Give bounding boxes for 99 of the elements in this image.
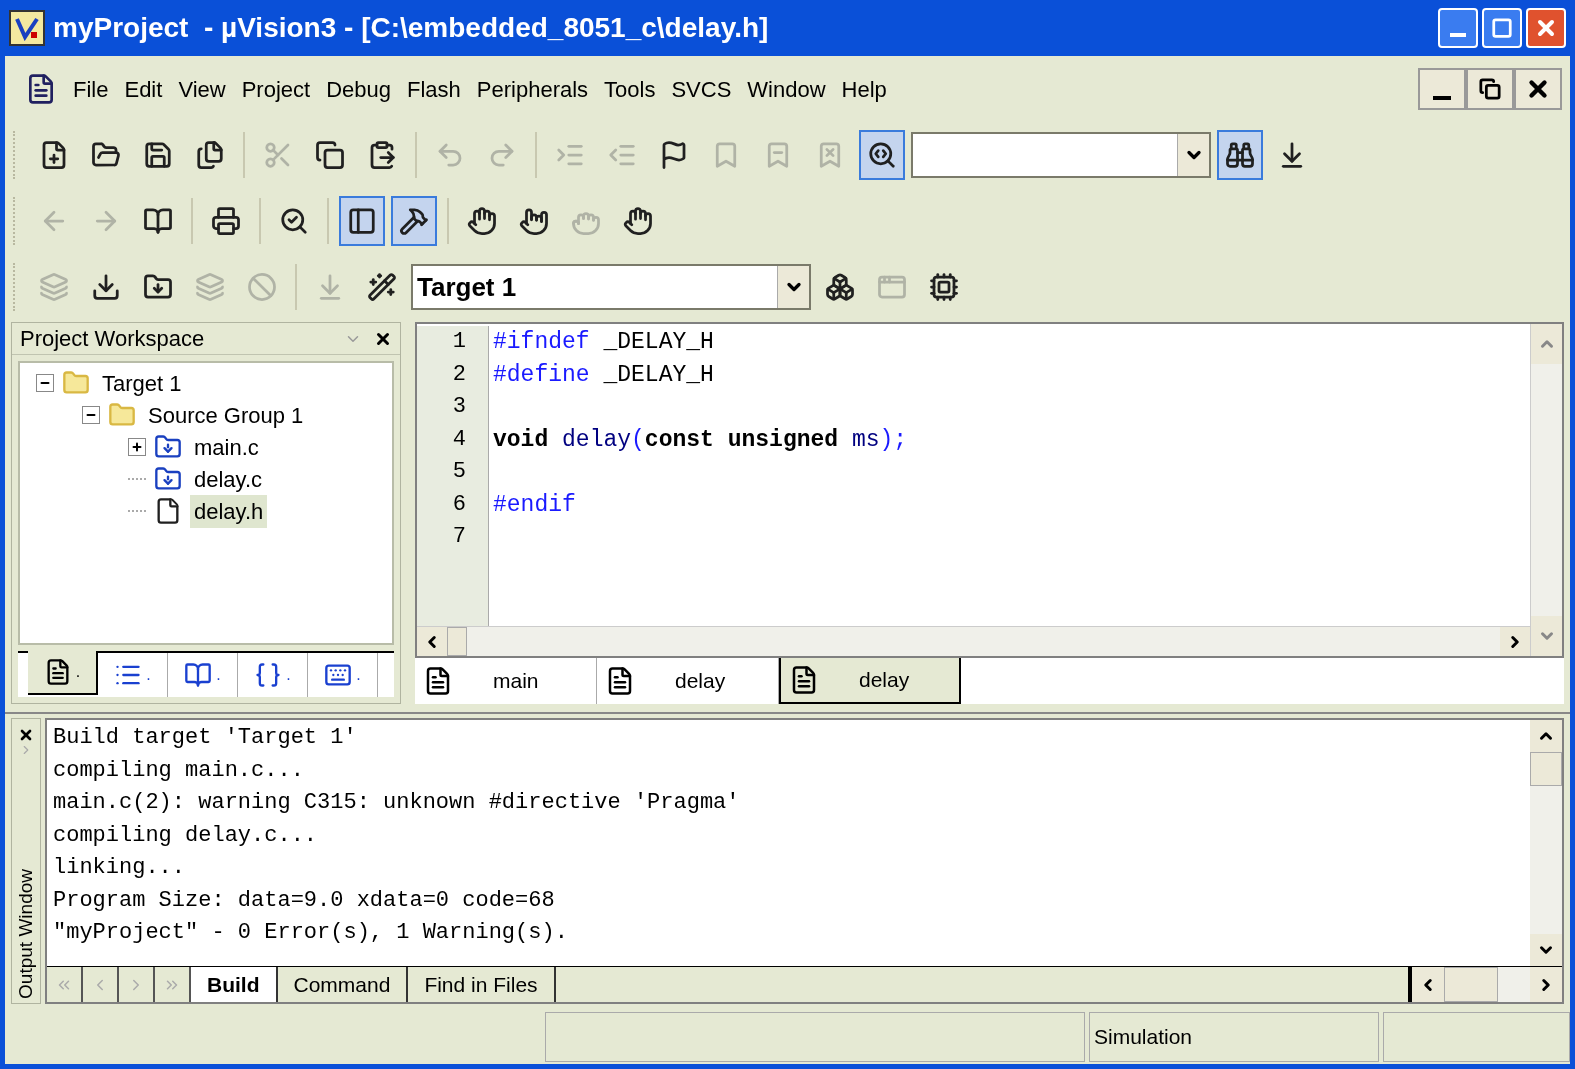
book-icon [143,206,173,236]
expander-toggle[interactable] [36,374,54,392]
minimize-icon [1450,33,1466,37]
close-icon[interactable] [18,727,34,743]
mdi-minimize-button[interactable] [1418,68,1466,110]
dropdown-field[interactable] [911,132,1211,178]
menu-item[interactable]: View [170,72,234,106]
menu-item[interactable]: File [65,72,117,106]
output-line: compiling delay.c... [53,821,319,850]
menu-item[interactable]: Debug [318,72,399,106]
search-icon [1225,140,1255,170]
line-number: 5 [452,458,466,486]
dropdown-arrow-button[interactable] [777,266,809,308]
scroll-thumb[interactable] [1530,752,1562,786]
menu-item[interactable]: Peripherals [468,72,597,106]
panel-tab[interactable]: . [308,653,378,697]
vertical-scrollbar[interactable] [1530,720,1562,966]
line-number: 6 [452,490,466,519]
toolbar-button[interactable] [1217,130,1263,180]
expander-toggle[interactable] [82,406,100,424]
code-line: void delay(const unsigned ms); [493,425,909,455]
output-line: Program Size: data=9.0 xdata=0 code=68 [53,886,556,915]
panel-tab[interactable]: . [238,653,308,697]
menu-item[interactable]: Window [739,72,834,106]
books-icon [184,661,213,689]
panel-title: Output Window [13,869,37,999]
line-number: 2 [452,360,466,389]
app-logo-icon [9,10,45,46]
expander-toggle[interactable] [128,438,146,456]
menu-item[interactable]: Tools [596,72,664,106]
maximize-icon [1491,17,1513,39]
code-line: #endif [493,490,577,520]
output-tab[interactable]: Build [191,967,278,1002]
hand-icon [623,206,653,236]
window-title: myProject - µVision3 - [C:\embedded_8051_c\delay.h] [53,11,770,45]
components-icon [825,272,855,302]
tree-item[interactable]: delay.c [190,462,267,496]
chip-icon [929,272,959,302]
panel-title: Project Workspace [20,325,206,353]
toolbar-button[interactable] [391,196,437,246]
output-line: main.c(2): warning C315: unknown #directive 'Pragma' [53,789,741,817]
code-editor[interactable]: 1 2 3 4 5 6 7 #ifndef _DELAY_H #define _DELAY_H void delay(const unsigned ms); #endif [415,322,1564,658]
panel-tab[interactable]: . [28,651,98,695]
line-number: 7 [452,523,466,551]
menu-item[interactable]: Flash [399,72,469,106]
hand-icon [519,206,549,236]
mdi-close-button[interactable] [1514,68,1562,110]
tree-item[interactable]: delay.h [190,494,268,528]
magnifier-icon [279,206,309,236]
stack-icon [39,272,69,302]
folder-icon [62,369,90,397]
dropdown-field[interactable]: Target 1 [411,264,811,310]
build-icon [91,272,121,302]
output-line: "myProject" - 0 Error(s), 1 Warning(s). [53,919,569,947]
find-in-files-icon [867,140,897,170]
editor-tab[interactable]: main [415,658,597,704]
menu-item[interactable]: SVCS [663,72,740,106]
horizontal-scrollbar[interactable] [1412,967,1562,1002]
toolbar-button[interactable] [339,196,385,246]
tree-item[interactable]: main.c [190,430,263,464]
toolbar-button[interactable] [859,130,905,180]
line-number: 4 [452,425,466,454]
save-icon [143,140,173,170]
menu-item[interactable]: Help [833,72,895,106]
dropdown-arrow-button[interactable] [1177,134,1209,176]
stop-icon [247,272,277,302]
panel-tab[interactable]: . [168,653,238,697]
panel-tab[interactable]: . [98,653,168,697]
folder-icon [108,401,136,429]
editor-tab[interactable]: delay [779,658,961,704]
stack-icon [195,272,225,302]
maximize-button[interactable] [1482,8,1522,48]
code-line: #ifndef _DELAY_H [493,328,715,357]
menu-item[interactable]: Project [233,72,319,106]
horizontal-scrollbar[interactable] [417,626,1530,656]
plus-icon [131,441,143,453]
status-text: Simulation [1094,1024,1193,1051]
tree-item[interactable]: Source Group 1 [144,398,308,432]
minimize-icon [1433,96,1451,100]
scroll-thumb[interactable] [1444,967,1498,1002]
minimize-button[interactable] [1438,8,1478,48]
mdi-restore-button[interactable] [1466,68,1514,110]
hand-icon [467,206,497,236]
copy-icon [315,140,345,170]
code-line: #define _DELAY_H [493,360,715,390]
output-line: compiling main.c... [53,756,305,785]
output-line: Build target 'Target 1' [53,724,358,752]
output-line: linking... [53,854,187,882]
print-icon [211,206,241,236]
wand-icon [367,272,397,302]
close-button[interactable] [1526,8,1566,48]
line-number: 3 [452,393,466,421]
save-all-icon [195,140,225,170]
dropdown-value: Target 1 [416,270,518,304]
restore-icon [1479,78,1501,100]
tree-item[interactable]: Target 1 [98,366,186,400]
line-number: 1 [452,328,466,356]
scroll-thumb[interactable] [447,627,467,656]
menu-item[interactable]: Edit [116,72,171,106]
